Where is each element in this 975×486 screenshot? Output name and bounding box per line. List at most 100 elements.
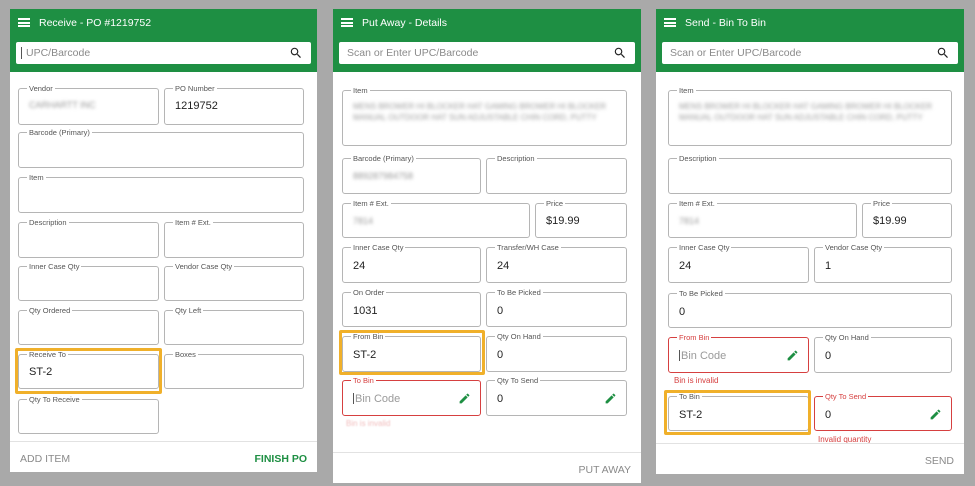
description-field[interactable]: Description — [486, 154, 627, 194]
vendor-value: CARHARTT INC — [29, 100, 96, 110]
item-field[interactable]: Item MENS BROWER HI BLOCKER HAT GAMING B… — [342, 86, 627, 146]
item-ext-value: 7814 — [353, 216, 374, 226]
item-value: MENS BROWER HI BLOCKER HAT GAMING BROWER… — [679, 102, 933, 122]
pencil-icon[interactable] — [604, 392, 617, 405]
vendor-case-qty-field[interactable]: Vendor Case Qty 1 — [814, 243, 952, 283]
from-bin-field[interactable]: From Bin Bin Code — [668, 333, 809, 373]
qty-on-hand-value: 0 — [825, 350, 832, 362]
send-search-input[interactable]: Scan or Enter UPC/Barcode — [662, 42, 958, 64]
item-ext-field[interactable]: Item # Ext. 7814 — [668, 199, 857, 238]
barcode-value: 889287984758 — [353, 171, 414, 181]
search-icon[interactable] — [289, 46, 303, 60]
barcode-label: Barcode (Primary) — [351, 154, 416, 163]
from-bin-label: From Bin — [677, 333, 712, 342]
from-bin-field[interactable]: From Bin ST-2 — [342, 332, 481, 372]
send-title: Send - Bin To Bin — [685, 17, 766, 29]
to-be-picked-label: To Be Picked — [677, 289, 725, 298]
search-icon[interactable] — [936, 46, 950, 60]
item-field[interactable]: Item — [18, 173, 304, 213]
vendor-case-qty-label: Vendor Case Qty — [173, 262, 235, 271]
to-be-picked-label: To Be Picked — [495, 288, 543, 297]
hamburger-menu-icon[interactable] — [341, 18, 353, 27]
qty-to-send-field[interactable]: Qty To Send 0 — [814, 392, 952, 431]
vendor-case-qty-field[interactable]: Vendor Case Qty — [164, 262, 304, 301]
inner-case-qty-field[interactable]: Inner Case Qty 24 — [342, 243, 481, 283]
inner-case-qty-label: Inner Case Qty — [677, 243, 732, 252]
to-bin-value: ST-2 — [679, 409, 703, 421]
item-ext-field[interactable]: Item # Ext. — [164, 218, 304, 258]
boxes-label: Boxes — [173, 350, 198, 359]
receive-search-bar: UPC/Barcode — [10, 38, 317, 72]
to-be-picked-field[interactable]: To Be Picked 0 — [668, 289, 952, 328]
text-cursor — [353, 393, 354, 404]
add-item-button[interactable]: ADD ITEM — [20, 453, 70, 465]
from-bin-placeholder: Bin Code — [679, 350, 726, 362]
qty-to-send-field[interactable]: Qty To Send 0 — [486, 376, 627, 416]
qty-left-field[interactable]: Qty Left — [164, 306, 304, 345]
on-order-field[interactable]: On Order 1031 — [342, 288, 481, 327]
description-field[interactable]: Description — [18, 218, 159, 258]
po-number-value: 1219752 — [175, 100, 218, 112]
qty-on-hand-field[interactable]: Qty On Hand 0 — [814, 333, 952, 373]
vendor-label: Vendor — [27, 84, 55, 93]
hamburger-menu-icon[interactable] — [664, 18, 676, 27]
qty-to-send-value: 0 — [825, 409, 832, 421]
search-icon[interactable] — [613, 46, 627, 60]
description-label: Description — [27, 218, 69, 227]
on-order-label: On Order — [351, 288, 387, 297]
receive-title: Receive - PO #1219752 — [39, 17, 152, 29]
price-label: Price — [871, 199, 893, 208]
put-away-button[interactable]: PUT AWAY — [578, 464, 631, 476]
putaway-search-placeholder: Scan or Enter UPC/Barcode — [347, 47, 479, 59]
receive-to-field[interactable]: Receive To ST-2 — [18, 350, 159, 389]
vendor-field[interactable]: Vendor CARHARTT INC — [18, 84, 159, 125]
to-bin-field[interactable]: To Bin Bin Code — [342, 376, 481, 416]
price-label: Price — [544, 199, 566, 208]
qty-ordered-field[interactable]: Qty Ordered — [18, 306, 159, 345]
pencil-icon[interactable] — [458, 392, 471, 405]
to-bin-error: Bin is invalid — [346, 419, 391, 428]
price-field[interactable]: Price $19.99 — [862, 199, 952, 238]
pencil-icon[interactable] — [929, 408, 942, 421]
finish-po-button[interactable]: FINISH PO — [254, 453, 307, 465]
description-field[interactable]: Description — [668, 154, 952, 194]
price-value: $19.99 — [873, 215, 907, 227]
description-label: Description — [677, 154, 719, 163]
putaway-screen: Put Away - Details Scan or Enter UPC/Bar… — [333, 9, 641, 483]
to-bin-field[interactable]: To Bin ST-2 — [668, 392, 809, 431]
putaway-search-input[interactable]: Scan or Enter UPC/Barcode — [339, 42, 635, 64]
barcode-field[interactable]: Barcode (Primary) 889287984758 — [342, 154, 481, 194]
from-bin-label: From Bin — [351, 332, 386, 341]
item-ext-field[interactable]: Item # Ext. 7814 — [342, 199, 530, 238]
boxes-field[interactable]: Boxes — [164, 350, 304, 389]
transfer-case-field[interactable]: Transfer/WH Case 24 — [486, 243, 627, 283]
to-bin-label: To Bin — [677, 392, 702, 401]
to-bin-placeholder-text: Bin Code — [355, 393, 401, 405]
item-ext-label: Item # Ext. — [351, 199, 391, 208]
receive-search-input[interactable]: UPC/Barcode — [16, 42, 311, 64]
inner-case-qty-label: Inner Case Qty — [351, 243, 406, 252]
to-be-picked-field[interactable]: To Be Picked 0 — [486, 288, 627, 327]
price-field[interactable]: Price $19.99 — [535, 199, 627, 238]
hamburger-menu-icon[interactable] — [18, 18, 30, 27]
to-bin-label: To Bin — [351, 376, 376, 385]
receive-to-label: Receive To — [27, 350, 68, 359]
text-cursor — [679, 350, 680, 361]
inner-case-qty-field[interactable]: Inner Case Qty — [18, 262, 159, 301]
inner-case-qty-field[interactable]: Inner Case Qty 24 — [668, 243, 809, 283]
qty-on-hand-field[interactable]: Qty On Hand 0 — [486, 332, 627, 372]
qty-to-receive-field[interactable]: Qty To Receive — [18, 395, 159, 434]
send-screen: Send - Bin To Bin Scan or Enter UPC/Barc… — [656, 9, 964, 474]
to-be-picked-value: 0 — [679, 306, 686, 318]
pencil-icon[interactable] — [786, 349, 799, 362]
po-number-field[interactable]: PO Number 1219752 — [164, 84, 304, 125]
transfer-case-value: 24 — [497, 260, 510, 272]
description-label: Description — [495, 154, 537, 163]
item-label: Item — [677, 86, 696, 95]
transfer-case-label: Transfer/WH Case — [495, 243, 561, 252]
send-search-placeholder: Scan or Enter UPC/Barcode — [670, 47, 802, 59]
barcode-field[interactable]: Barcode (Primary) — [18, 128, 304, 168]
qty-on-hand-label: Qty On Hand — [495, 332, 543, 341]
item-field[interactable]: Item MENS BROWER HI BLOCKER HAT GAMING B… — [668, 86, 952, 146]
send-button[interactable]: SEND — [925, 455, 954, 467]
